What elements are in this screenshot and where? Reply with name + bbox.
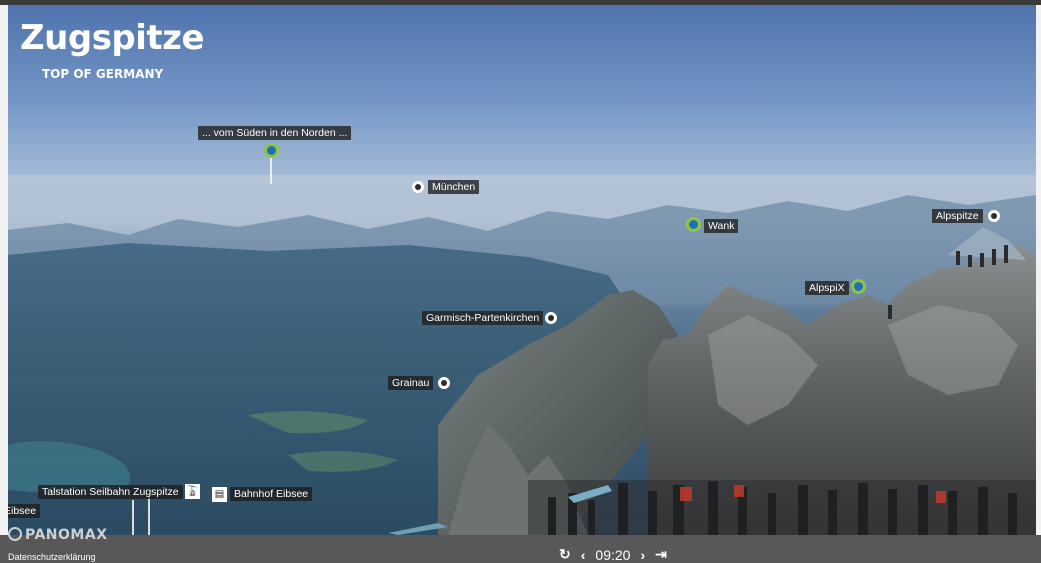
panorama-image bbox=[8, 175, 1036, 535]
panomax-logo-text: PANOMAX bbox=[25, 527, 108, 543]
timeline-player: ↻ ‹ 09:20 › ⇥ bbox=[559, 546, 667, 563]
marker-stem bbox=[270, 158, 272, 184]
panorama-marker-icon-alpspix[interactable] bbox=[851, 279, 866, 294]
cable-car-icon[interactable]: 🚡 bbox=[185, 484, 200, 499]
poi-label-wank[interactable]: Wank bbox=[704, 219, 739, 233]
poi-label-alpspix[interactable]: AlpspiX bbox=[805, 281, 849, 295]
left-edge bbox=[0, 5, 8, 535]
panorama-viewport[interactable]: Zugspitze TOP OF GERMANY ... vom Süden i… bbox=[8, 5, 1036, 535]
poi-ring-icon-muenchen[interactable] bbox=[412, 181, 424, 193]
bottom-bar bbox=[0, 535, 1041, 563]
poi-label-bahnhof[interactable]: Bahnhof Eibsee bbox=[230, 487, 313, 501]
poi-label-muenchen[interactable]: München bbox=[428, 180, 480, 194]
poi-label-garmisch[interactable]: Garmisch-Partenkirchen bbox=[422, 311, 544, 325]
panomax-logo-icon bbox=[8, 527, 22, 541]
panorama-marker-icon[interactable] bbox=[264, 143, 279, 158]
timestamp: 09:20 bbox=[595, 546, 631, 563]
chevron-right-icon[interactable]: › bbox=[640, 547, 645, 563]
poi-ring-icon-grainau[interactable] bbox=[438, 377, 450, 389]
privacy-link[interactable]: Datenschutzerklärung bbox=[8, 552, 96, 562]
poi-label-headline[interactable]: ... vom Süden in den Norden ... bbox=[198, 126, 352, 140]
poi-label-grainau[interactable]: Grainau bbox=[388, 376, 434, 390]
poi-ring-icon-garmisch[interactable] bbox=[545, 312, 557, 324]
right-edge bbox=[1036, 5, 1041, 535]
poi-label-alpspitze[interactable]: Alpspitze bbox=[932, 209, 983, 223]
train-station-icon[interactable]: ▤ bbox=[212, 487, 227, 502]
panorama-marker-icon-wank[interactable] bbox=[686, 217, 701, 232]
replay-icon[interactable]: ↻ bbox=[559, 546, 571, 563]
poi-label-eibsee[interactable]: Eibsee bbox=[8, 504, 41, 518]
poi-ring-icon-alpspitze[interactable] bbox=[988, 210, 1000, 222]
brand-subtitle: TOP OF GERMANY bbox=[42, 67, 164, 81]
poi-label-talstation[interactable]: Talstation Seilbahn Zugspitze bbox=[38, 485, 183, 499]
panomax-logo[interactable]: PANOMAX bbox=[8, 527, 108, 547]
skip-end-icon[interactable]: ⇥ bbox=[655, 546, 667, 563]
chevron-left-icon[interactable]: ‹ bbox=[581, 547, 586, 563]
brand-title: Zugspitze bbox=[20, 18, 205, 58]
panomax-viewer: Zugspitze TOP OF GERMANY ... vom Süden i… bbox=[0, 0, 1041, 563]
